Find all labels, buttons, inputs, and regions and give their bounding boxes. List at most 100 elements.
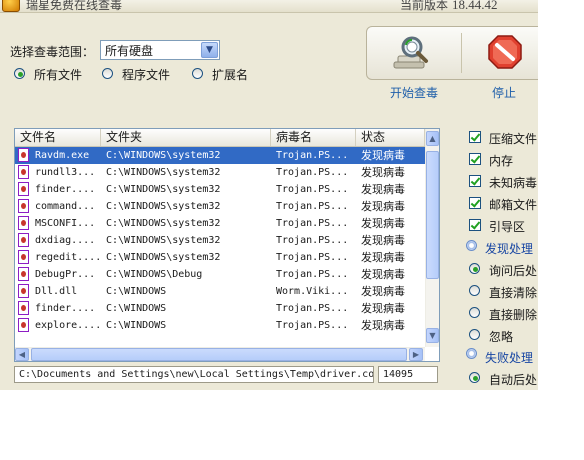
cell-file: Dll.dll xyxy=(35,286,78,297)
infected-file-icon xyxy=(18,267,29,281)
cell-file: regedit.... xyxy=(35,252,99,263)
infected-file-icon xyxy=(18,216,29,230)
scroll-up-icon[interactable]: ▲ xyxy=(426,131,439,146)
infected-file-icon xyxy=(18,165,29,179)
horizontal-scrollbar[interactable]: ◀ ▶ xyxy=(15,347,425,361)
cell-status: 发现病毒 xyxy=(361,200,405,213)
cell-status: 发现病毒 xyxy=(361,251,405,264)
table-row[interactable]: DebugPr... C:\WINDOWS\Debug Trojan.PS... 发现… xyxy=(15,266,425,283)
title-divider xyxy=(0,12,538,13)
cell-virus: Trojan.PS... xyxy=(276,218,349,229)
cell-virus: Trojan.PS... xyxy=(276,303,349,314)
scanned-count: 14095 xyxy=(378,366,438,383)
infected-file-icon xyxy=(18,318,29,332)
cell-virus: Trojan.PS... xyxy=(276,269,349,280)
radio-all-files[interactable] xyxy=(14,68,25,79)
cell-file: explore.... xyxy=(35,320,99,331)
status-bar: C:\Documents and Settings\new\Local Sett… xyxy=(14,366,438,383)
checkbox-memory[interactable] xyxy=(469,153,481,165)
cell-file: finder.... xyxy=(35,184,96,195)
fail-action-group-label: 失败处理 xyxy=(485,351,534,365)
cell-virus: Trojan.PS... xyxy=(276,201,349,212)
table-row[interactable]: MSCONFI... C:\WINDOWS\system32 Trojan.PS..… xyxy=(15,215,425,232)
radio-program-files[interactable] xyxy=(102,68,113,79)
infected-file-list[interactable]: 文件名 文件夹 病毒名 状态 Ravdm.exe C:\WINDOWS\syste… xyxy=(14,128,440,362)
column-header-virus[interactable]: 病毒名 xyxy=(271,129,356,146)
version-value: 18.44.42 xyxy=(452,0,498,12)
current-path: C:\Documents and Settings\new\Local Sett… xyxy=(14,366,374,383)
start-scan-button[interactable] xyxy=(388,30,440,80)
cell-file: DebugPr... xyxy=(35,269,96,280)
cell-status: 发现病毒 xyxy=(361,183,405,196)
scope-selected-value: 所有硬盘 xyxy=(105,44,154,58)
cell-status: 发现病毒 xyxy=(361,149,405,162)
cell-virus: Worm.Viki... xyxy=(276,286,349,297)
cell-file: dxdiag.... xyxy=(35,235,96,246)
magnifier-scan-icon xyxy=(393,36,428,69)
infected-file-icon xyxy=(18,233,29,247)
cell-status: 发现病毒 xyxy=(361,234,405,247)
column-header-filename[interactable]: 文件名 xyxy=(15,129,101,146)
cell-folder: C:\WINDOWS\system32 xyxy=(106,150,221,161)
cell-folder: C:\WINDOWS\system32 xyxy=(106,218,221,229)
column-header-status[interactable]: 状态 xyxy=(356,129,425,146)
cell-folder: C:\WINDOWS\system32 xyxy=(106,184,221,195)
radio-extensions[interactable] xyxy=(192,68,203,79)
horizontal-scroll-thumb[interactable] xyxy=(31,348,407,361)
start-scan-label[interactable]: 开始查毒 xyxy=(390,84,438,101)
cell-status: 发现病毒 xyxy=(361,319,405,332)
radio-program-files-label: 程序文件 xyxy=(122,68,171,82)
scroll-down-icon[interactable]: ▼ xyxy=(426,328,439,343)
checkbox-compressed[interactable] xyxy=(469,131,481,143)
radio-auto-handle[interactable] xyxy=(469,372,480,383)
cell-status: 发现病毒 xyxy=(361,268,405,281)
vertical-scrollbar[interactable]: ▲ ▼ xyxy=(425,129,439,347)
cell-status: 发现病毒 xyxy=(361,285,405,298)
table-row[interactable]: Dll.dll C:\WINDOWS Worm.Viki... 发现病毒 xyxy=(15,283,425,300)
version-label: 当前版本 xyxy=(400,0,449,12)
radio-ignore[interactable] xyxy=(469,329,480,340)
title-bar: 瑞星免费在线查毒 当前版本 18.44.42 xyxy=(0,0,538,12)
vertical-scroll-thumb[interactable] xyxy=(426,151,439,279)
table-row[interactable]: explore.... C:\WINDOWS Trojan.PS... 发现病毒 xyxy=(15,317,425,334)
radio-ask-then-handle-label: 询问后处 xyxy=(489,264,538,278)
radio-direct-clean[interactable] xyxy=(469,285,480,296)
radio-direct-delete[interactable] xyxy=(469,307,480,318)
checkbox-memory-label: 内存 xyxy=(489,154,514,168)
cell-file: rundll3... xyxy=(35,167,96,178)
list-header: 文件名 文件夹 病毒名 状态 xyxy=(15,129,425,147)
cell-folder: C:\WINDOWS\system32 xyxy=(106,167,221,178)
checkbox-mailbox-label: 邮箱文件 xyxy=(489,198,538,212)
cell-folder: C:\WINDOWS\system32 xyxy=(106,235,221,246)
found-action-group-icon xyxy=(466,240,477,251)
cell-file: MSCONFI... xyxy=(35,218,96,229)
column-header-folder[interactable]: 文件夹 xyxy=(101,129,271,146)
checkbox-unknown-virus[interactable] xyxy=(469,175,481,187)
infected-file-icon xyxy=(18,284,29,298)
radio-ask-then-handle[interactable] xyxy=(469,263,480,274)
infected-file-icon xyxy=(18,250,29,264)
checkbox-boot-sector[interactable] xyxy=(469,219,481,231)
scroll-left-icon[interactable]: ◀ xyxy=(15,348,29,361)
cell-file: finder.... xyxy=(35,303,96,314)
chevron-down-icon[interactable]: ▼ xyxy=(201,42,218,58)
version-info: 当前版本 18.44.42 xyxy=(400,0,498,12)
scroll-right-icon[interactable]: ▶ xyxy=(409,348,423,361)
stop-button[interactable] xyxy=(480,30,530,80)
cell-folder: C:\WINDOWS\system32 xyxy=(106,201,221,212)
scope-select[interactable]: 所有硬盘 ▼ xyxy=(100,40,220,60)
table-row[interactable]: rundll3... C:\WINDOWS\system32 Trojan.PS..… xyxy=(15,164,425,181)
table-row[interactable]: finder.... C:\WINDOWS Trojan.PS... 发现病毒 xyxy=(15,300,425,317)
table-row[interactable]: command... C:\WINDOWS\system32 Trojan.PS..… xyxy=(15,198,425,215)
radio-ignore-label: 忽略 xyxy=(489,330,514,344)
scope-label: 选择查毒范围： xyxy=(10,45,95,59)
radio-auto-handle-label: 自动后处 xyxy=(489,373,538,387)
table-row[interactable]: Ravdm.exe C:\WINDOWS\system32 Trojan.PS...… xyxy=(15,147,425,164)
checkbox-mailbox[interactable] xyxy=(469,197,481,209)
stop-label[interactable]: 停止 xyxy=(492,84,516,101)
table-row[interactable]: regedit.... C:\WINDOWS\system32 Trojan.PS.… xyxy=(15,249,425,266)
table-row[interactable]: dxdiag.... C:\WINDOWS\system32 Trojan.PS..… xyxy=(15,232,425,249)
table-row[interactable]: finder.... C:\WINDOWS\system32 Trojan.PS..… xyxy=(15,181,425,198)
checkbox-boot-sector-label: 引导区 xyxy=(489,220,526,234)
radio-direct-clean-label: 直接清除 xyxy=(489,286,538,300)
